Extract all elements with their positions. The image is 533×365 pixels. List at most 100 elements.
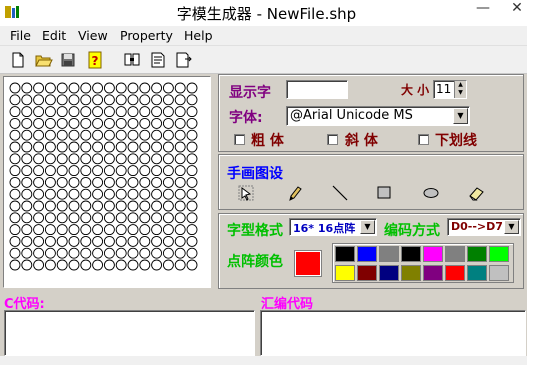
matrix-dot[interactable]: [80, 224, 92, 236]
matrix-dot[interactable]: [186, 129, 198, 141]
matrix-dot[interactable]: [44, 117, 56, 129]
pencil-tool-icon[interactable]: [283, 183, 305, 203]
matrix-dot[interactable]: [21, 94, 33, 106]
ellipse-tool-icon[interactable]: [420, 183, 442, 203]
matrix-dot[interactable]: [162, 188, 174, 200]
palette-swatch[interactable]: [401, 265, 421, 281]
matrix-dot[interactable]: [9, 165, 21, 177]
matrix-dot[interactable]: [103, 106, 115, 118]
matrix-dot[interactable]: [80, 129, 92, 141]
matrix-dot[interactable]: [127, 247, 139, 259]
matrix-dot[interactable]: [103, 224, 115, 236]
matrix-dot[interactable]: [56, 82, 68, 94]
matrix-dot[interactable]: [127, 129, 139, 141]
matrix-dot[interactable]: [103, 117, 115, 129]
matrix-dot[interactable]: [9, 106, 21, 118]
matrix-dot[interactable]: [103, 247, 115, 259]
matrix-dot[interactable]: [186, 153, 198, 165]
matrix-dot[interactable]: [186, 165, 198, 177]
matrix-dot[interactable]: [139, 153, 151, 165]
matrix-dot[interactable]: [92, 235, 104, 247]
matrix-dot[interactable]: [139, 94, 151, 106]
matrix-dot[interactable]: [103, 212, 115, 224]
matrix-dot[interactable]: [33, 165, 45, 177]
matrix-dot[interactable]: [174, 176, 186, 188]
menu-file[interactable]: File: [10, 28, 31, 43]
palette-swatch[interactable]: [445, 265, 465, 281]
matrix-dot[interactable]: [80, 106, 92, 118]
matrix-dot[interactable]: [21, 82, 33, 94]
matrix-dot[interactable]: [162, 129, 174, 141]
matrix-dot[interactable]: [127, 212, 139, 224]
matrix-dot[interactable]: [33, 259, 45, 271]
matrix-dot[interactable]: [56, 200, 68, 212]
matrix-dot[interactable]: [103, 94, 115, 106]
c-code-textarea[interactable]: [4, 310, 255, 356]
open-folder-icon[interactable]: [33, 50, 53, 70]
palette-swatch[interactable]: [335, 265, 355, 281]
matrix-dot[interactable]: [44, 200, 56, 212]
matrix-dot[interactable]: [92, 106, 104, 118]
matrix-dot[interactable]: [174, 212, 186, 224]
matrix-dot[interactable]: [33, 235, 45, 247]
matrix-dot[interactable]: [139, 106, 151, 118]
matrix-dot[interactable]: [80, 82, 92, 94]
matrix-dot[interactable]: [186, 94, 198, 106]
encoding-dropdown-arrow-icon[interactable]: ▼: [504, 220, 519, 234]
matrix-dot[interactable]: [186, 188, 198, 200]
matrix-dot[interactable]: [162, 212, 174, 224]
matrix-dot[interactable]: [92, 117, 104, 129]
matrix-dot[interactable]: [80, 259, 92, 271]
generate-icon[interactable]: [148, 50, 168, 70]
matrix-dot[interactable]: [56, 247, 68, 259]
matrix-dot[interactable]: [151, 224, 163, 236]
menu-view[interactable]: View: [78, 28, 108, 43]
matrix-dot[interactable]: [174, 224, 186, 236]
matrix-dot[interactable]: [162, 200, 174, 212]
matrix-dot[interactable]: [151, 165, 163, 177]
matrix-dot[interactable]: [103, 141, 115, 153]
matrix-dot[interactable]: [162, 259, 174, 271]
matrix-dot[interactable]: [127, 200, 139, 212]
matrix-dot[interactable]: [80, 153, 92, 165]
palette-swatch[interactable]: [423, 265, 443, 281]
matrix-dot[interactable]: [174, 94, 186, 106]
matrix-dot[interactable]: [127, 94, 139, 106]
matrix-dot[interactable]: [115, 247, 127, 259]
matrix-dot[interactable]: [9, 129, 21, 141]
matrix-dot[interactable]: [21, 141, 33, 153]
matrix-dot[interactable]: [44, 235, 56, 247]
matrix-dot[interactable]: [151, 235, 163, 247]
matrix-dot[interactable]: [115, 94, 127, 106]
matrix-dot[interactable]: [56, 94, 68, 106]
matrix-dot[interactable]: [162, 94, 174, 106]
matrix-dot[interactable]: [21, 153, 33, 165]
matrix-dot[interactable]: [92, 176, 104, 188]
matrix-dot[interactable]: [92, 188, 104, 200]
matrix-dot[interactable]: [103, 188, 115, 200]
matrix-dot[interactable]: [127, 153, 139, 165]
matrix-dot[interactable]: [151, 200, 163, 212]
matrix-dot[interactable]: [151, 247, 163, 259]
dot-matrix-grid[interactable]: [4, 77, 210, 287]
matrix-dot[interactable]: [127, 106, 139, 118]
matrix-dot[interactable]: [115, 212, 127, 224]
matrix-dot[interactable]: [139, 235, 151, 247]
matrix-dot[interactable]: [44, 129, 56, 141]
line-tool-icon[interactable]: [329, 183, 351, 203]
matrix-dot[interactable]: [68, 117, 80, 129]
menu-property[interactable]: Property: [120, 28, 173, 43]
matrix-dot[interactable]: [174, 235, 186, 247]
matrix-dot[interactable]: [103, 235, 115, 247]
export-icon[interactable]: [174, 50, 194, 70]
matrix-dot[interactable]: [115, 117, 127, 129]
matrix-dot[interactable]: [44, 94, 56, 106]
matrix-dot[interactable]: [80, 212, 92, 224]
matrix-dot[interactable]: [92, 82, 104, 94]
matrix-dot[interactable]: [174, 141, 186, 153]
matrix-dot[interactable]: [139, 212, 151, 224]
matrix-dot[interactable]: [103, 153, 115, 165]
matrix-dot[interactable]: [44, 212, 56, 224]
matrix-dot[interactable]: [139, 188, 151, 200]
matrix-dot[interactable]: [33, 188, 45, 200]
